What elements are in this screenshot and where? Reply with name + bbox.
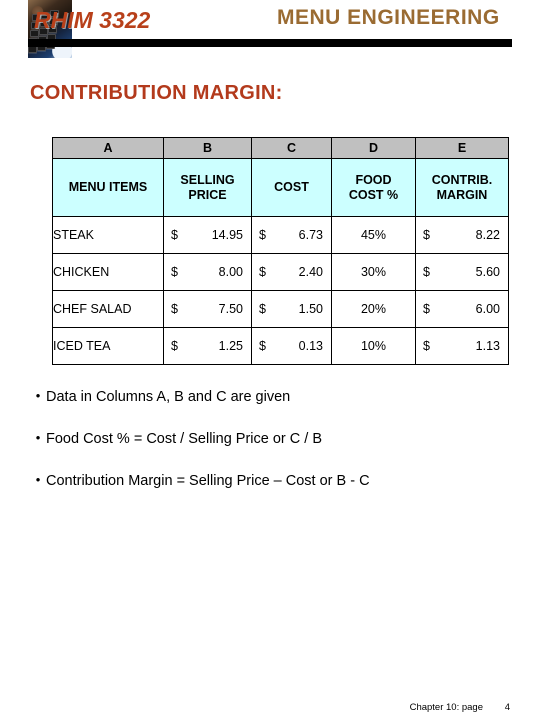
slide-footer: Chapter 10: page 4	[0, 702, 540, 718]
slide-header: RHIM 3322 MENU ENGINEERING	[0, 0, 540, 62]
cell-contrib-margin: $ 1.13	[415, 327, 509, 365]
header-cost: COST	[251, 158, 332, 217]
cell-food-cost-pct: 10%	[331, 327, 416, 365]
table-header-row: MENU ITEMS SELLING PRICE COST FOOD COST …	[52, 158, 509, 217]
column-letter-d: D	[331, 137, 416, 159]
cell-contrib-margin: $ 6.00	[415, 290, 509, 328]
currency-symbol: $	[259, 264, 266, 279]
cell-cost: $ 2.40	[251, 253, 332, 291]
column-letter-b: B	[163, 137, 252, 159]
cell-item: STEAK	[52, 216, 164, 254]
header-contrib-margin-line1: CONTRIB.	[431, 173, 493, 188]
table-row: CHICKEN $ 8.00 $ 2.40 30% $ 5.60	[52, 253, 509, 291]
cell-item: CHICKEN	[52, 253, 164, 291]
column-letter-e: E	[415, 137, 509, 159]
header-selling-price-line2: PRICE	[188, 187, 227, 202]
cell-item: ICED TEA	[52, 327, 164, 365]
bullet-list: • Data in Columns A, B and C are given •…	[30, 388, 520, 514]
currency-symbol: $	[259, 227, 266, 242]
currency-symbol: $	[171, 264, 178, 279]
cell-selling-price: $ 7.50	[163, 290, 252, 328]
header-title: MENU ENGINEERING	[277, 6, 500, 29]
cell-contrib-margin: $ 5.60	[415, 253, 509, 291]
header-contrib-margin-line2: MARGIN	[436, 187, 488, 202]
cell-cost: $ 6.73	[251, 216, 332, 254]
list-item: • Contribution Margin = Selling Price – …	[30, 472, 520, 490]
currency-symbol: $	[423, 264, 430, 279]
footer-chapter-label: Chapter 10: page	[409, 702, 483, 713]
header-menu-items: MENU ITEMS	[52, 158, 164, 217]
header-contrib-margin: CONTRIB. MARGIN	[415, 158, 509, 217]
currency-symbol: $	[259, 338, 266, 353]
header-cost-line1: COST	[274, 180, 309, 195]
cell-selling-price-value: 7.50	[218, 301, 243, 316]
cell-contrib-margin-value: 8.22	[475, 227, 500, 242]
cell-cost: $ 1.50	[251, 290, 332, 328]
cell-selling-price: $ 1.25	[163, 327, 252, 365]
cell-selling-price: $ 14.95	[163, 216, 252, 254]
cell-selling-price-value: 14.95	[211, 227, 243, 242]
contribution-margin-table: A B C D E MENU ITEMS SELLING PRICE COST …	[52, 137, 509, 365]
currency-symbol: $	[423, 338, 430, 353]
header-divider-bar	[28, 39, 512, 47]
cell-selling-price-value: 1.25	[218, 338, 243, 353]
cell-food-cost-pct: 20%	[331, 290, 416, 328]
table-row: STEAK $ 14.95 $ 6.73 45% $ 8.22	[52, 216, 509, 254]
cell-contrib-margin: $ 8.22	[415, 216, 509, 254]
header-selling-price-line1: SELLING	[180, 173, 235, 188]
column-letter-row: A B C D E	[52, 137, 509, 159]
column-letter-a: A	[52, 137, 164, 159]
cell-item: CHEF SALAD	[52, 290, 164, 328]
bullet-marker-icon: •	[35, 388, 41, 403]
page-title: CONTRIBUTION MARGIN:	[30, 82, 283, 104]
header-food-cost-pct-line2: COST %	[348, 187, 399, 202]
cell-cost-value: 6.73	[298, 227, 323, 242]
list-item: • Food Cost % = Cost / Selling Price or …	[30, 430, 520, 448]
column-letter-c: C	[251, 137, 332, 159]
cell-cost-value: 0.13	[298, 338, 323, 353]
cell-cost-value: 2.40	[298, 264, 323, 279]
cell-cost-value: 1.50	[298, 301, 323, 316]
cell-contrib-margin-value: 1.13	[475, 338, 500, 353]
cell-contrib-margin-value: 6.00	[475, 301, 500, 316]
header-food-cost-pct-line1: FOOD	[355, 173, 392, 188]
currency-symbol: $	[423, 301, 430, 316]
bullet-text: Food Cost % = Cost / Selling Price or C …	[46, 431, 323, 448]
header-food-cost-pct: FOOD COST %	[331, 158, 416, 217]
bullet-text: Contribution Margin = Selling Price – Co…	[46, 473, 370, 490]
currency-symbol: $	[171, 227, 178, 242]
currency-symbol: $	[171, 301, 178, 316]
bullet-marker-icon: •	[35, 430, 41, 446]
currency-symbol: $	[423, 227, 430, 242]
cell-selling-price: $ 8.00	[163, 253, 252, 291]
cell-cost: $ 0.13	[251, 327, 332, 365]
cell-contrib-margin-value: 5.60	[475, 264, 500, 279]
list-item: • Data in Columns A, B and C are given	[30, 388, 520, 406]
header-menu-items-line1: MENU ITEMS	[68, 180, 148, 195]
header-selling-price: SELLING PRICE	[163, 158, 252, 217]
footer-page-number: 4	[504, 702, 510, 713]
table-row: ICED TEA $ 1.25 $ 0.13 10% $ 1.13	[52, 327, 509, 365]
bullet-text: Data in Columns A, B and C are given	[46, 389, 291, 405]
bullet-marker-icon: •	[35, 472, 41, 488]
table-row: CHEF SALAD $ 7.50 $ 1.50 20% $ 6.00	[52, 290, 509, 328]
course-code-title: RHIM 3322	[34, 7, 151, 33]
cell-food-cost-pct: 45%	[331, 216, 416, 254]
cell-food-cost-pct: 30%	[331, 253, 416, 291]
currency-symbol: $	[259, 301, 266, 316]
currency-symbol: $	[171, 338, 178, 353]
cell-selling-price-value: 8.00	[218, 264, 243, 279]
